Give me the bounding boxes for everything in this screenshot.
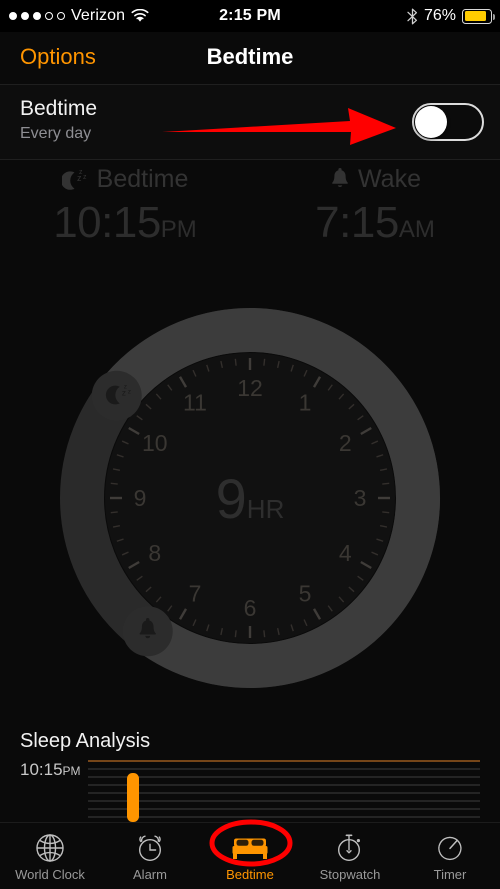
tab-label-stopwatch: Stopwatch	[319, 866, 381, 882]
tab-label-alarm: Alarm	[133, 866, 167, 882]
svg-text:z: z	[83, 174, 87, 181]
tab-alarm[interactable]: Alarm	[100, 823, 200, 889]
dial-tick	[382, 482, 390, 485]
status-bar: Verizon 2:15 PM 76%	[0, 0, 500, 32]
dial-tick	[263, 630, 266, 638]
bedtime-time-column: z z z Bedtime 10:15PM	[0, 160, 250, 255]
wake-time-ampm: AM	[398, 216, 435, 243]
tab-label-timer: Timer	[433, 866, 467, 882]
dial-center-value: 9	[216, 467, 247, 530]
bed-icon	[230, 831, 270, 865]
sleep-duration-dial[interactable]: 12 1 2 3 4 5 6 7 8 9 10 11 9HR z z z	[55, 303, 445, 693]
dial-tick	[263, 358, 266, 366]
bedtime-time-value: 10:15PM	[0, 198, 250, 255]
tab-world-clock[interactable]: World Clock	[0, 823, 100, 889]
battery-icon	[462, 8, 495, 24]
wake-time-digits: 7:15	[315, 198, 399, 247]
svg-text:z: z	[128, 389, 131, 396]
dial-hour-number: 1	[299, 390, 312, 416]
tab-timer[interactable]: Timer	[400, 823, 500, 889]
dial-hour-number: 3	[354, 485, 367, 511]
sleep-chart-bar	[127, 773, 139, 822]
wake-time-label: Wake	[358, 164, 421, 193]
dial-tick	[110, 511, 118, 514]
dial-hour-number: 11	[183, 390, 207, 416]
sleep-analysis-chart	[88, 760, 480, 822]
bedtime-handle: z z z	[91, 370, 142, 421]
tab-stopwatch[interactable]: Stopwatch	[300, 823, 400, 889]
dial-hour-number: 4	[339, 540, 352, 566]
battery-percent-label: 76%	[423, 7, 456, 24]
dial-tick	[382, 511, 390, 514]
sleep-analysis-axis-label: 10:15PM	[20, 760, 81, 780]
sleep-chart-gridlines	[88, 768, 480, 818]
wake-time-header: Wake	[250, 160, 500, 198]
bedtime-settings-row[interactable]: Bedtime Every day	[0, 84, 500, 160]
bedtime-screen: Verizon 2:15 PM 76% Options Bedtime Bedt…	[0, 0, 500, 889]
svg-text:z: z	[122, 388, 126, 398]
dial-hour-number: 9	[134, 485, 147, 511]
timer-icon	[434, 831, 466, 865]
bluetooth-icon	[407, 8, 418, 25]
bedtime-time-digits: 10:15	[53, 198, 161, 247]
sleep-analysis-section[interactable]: Sleep Analysis 10:15PM	[0, 726, 500, 823]
battery-fill	[464, 11, 486, 21]
dial-hour-number: 2	[339, 430, 352, 456]
dial-tick	[234, 358, 237, 366]
wake-handle	[122, 606, 173, 657]
bedtime-row-labels: Bedtime Every day	[20, 96, 97, 144]
page-title: Bedtime	[206, 44, 294, 69]
tab-bar: World Clock Alarm Bedtime Stopwatch Time…	[0, 822, 500, 889]
bedtime-time-ampm: PM	[160, 216, 197, 243]
bedtime-toggle[interactable]	[412, 103, 484, 141]
dial-tick	[110, 482, 118, 485]
dial-hour-number: 8	[148, 540, 161, 566]
bedtime-time-label: Bedtime	[96, 164, 189, 193]
sleep-axis-time: 10:15	[20, 760, 63, 779]
navigation-bar: Options Bedtime	[0, 32, 500, 82]
svg-text:z: z	[77, 173, 82, 183]
toggle-knob[interactable]	[415, 106, 447, 138]
tab-label-world-clock: World Clock	[15, 866, 85, 882]
tab-label-bedtime: Bedtime	[226, 866, 274, 882]
bedtime-row-subtitle: Every day	[20, 125, 92, 142]
dial-tick	[234, 630, 237, 638]
bedtime-row-title: Bedtime	[20, 97, 98, 120]
dial-hour-number: 10	[142, 430, 168, 456]
dial-hour-number: 7	[189, 580, 202, 606]
bedtime-time-header: z z z Bedtime	[0, 160, 250, 198]
globe-icon	[34, 831, 66, 865]
wake-time-value: 7:15AM	[250, 198, 500, 255]
dial-hour-number: 6	[244, 595, 257, 621]
alarm-clock-icon	[134, 831, 166, 865]
dial-center-unit: HR	[247, 494, 285, 524]
wake-time-column: Wake 7:15AM	[250, 160, 500, 255]
dial-hour-number: 5	[299, 580, 312, 606]
sleep-axis-ampm: PM	[62, 764, 81, 778]
moon-zzz-icon: z z z	[61, 166, 90, 192]
bell-icon	[329, 167, 351, 191]
sleep-analysis-title: Sleep Analysis	[20, 730, 151, 752]
tab-bedtime[interactable]: Bedtime	[200, 823, 300, 889]
stopwatch-icon	[334, 831, 366, 865]
dial-hour-number: 12	[237, 375, 263, 401]
bedtime-wake-times: z z z Bedtime 10:15PM Wake 7:15AM	[0, 160, 500, 290]
status-bar-right: 76%	[407, 0, 495, 32]
